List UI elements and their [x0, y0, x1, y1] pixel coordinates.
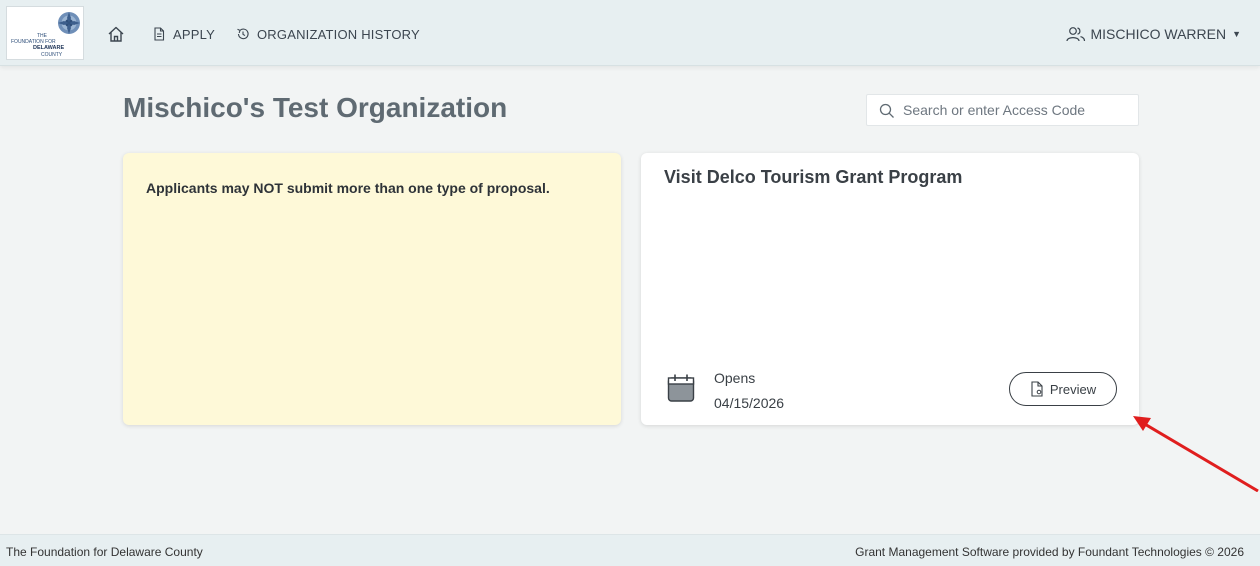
preview-button[interactable]: Preview: [1009, 372, 1117, 406]
history-icon: [237, 28, 249, 40]
nav-organization-history[interactable]: ORGANIZATION HISTORY: [236, 24, 420, 44]
calendar-icon: [667, 374, 695, 402]
footer: The Foundation for Delaware County Grant…: [0, 534, 1260, 566]
opens-date: 04/15/2026: [714, 395, 785, 411]
logo-text-delaware: DELAWARE: [33, 45, 65, 51]
preview-label: Preview: [1049, 381, 1097, 397]
notice-card: Applicants may NOT submit more than one …: [123, 153, 621, 425]
home-link[interactable]: [107, 25, 125, 43]
footer-credits: Grant Management Software provided by Fo…: [855, 545, 1244, 559]
top-navbar: THE FOUNDATION FOR DELAWARE COUNTY APPLY…: [0, 0, 1260, 66]
user-name: MISCHICO WARREN: [1090, 26, 1227, 42]
opens-label: Opens: [714, 370, 756, 386]
grant-title: Visit Delco Tourism Grant Program: [664, 167, 963, 187]
grant-card: Visit Delco Tourism Grant Program Opens …: [641, 153, 1139, 425]
page-title: Mischico's Test Organization: [123, 92, 508, 123]
logo-text-county: COUNTY: [41, 52, 63, 58]
nav-apply[interactable]: APPLY: [152, 24, 215, 44]
nav-apply-label: APPLY: [173, 26, 215, 42]
notice-text: Applicants may NOT submit more than one …: [146, 180, 550, 196]
file-preview-icon: [1031, 381, 1043, 397]
caret-down-icon: ▼: [1232, 29, 1241, 39]
nav-history-label: ORGANIZATION HISTORY: [257, 26, 420, 42]
annotation-arrow-icon: [1133, 416, 1259, 492]
home-icon: [108, 26, 124, 42]
users-icon: [1066, 27, 1086, 42]
search-box[interactable]: [866, 94, 1139, 126]
user-menu[interactable]: MISCHICO WARREN ▼: [1066, 24, 1241, 44]
document-icon: [154, 27, 165, 41]
foundation-logo[interactable]: THE FOUNDATION FOR DELAWARE COUNTY: [6, 6, 84, 60]
notice-text-emphasis: NOT: [253, 180, 283, 196]
search-input[interactable]: [903, 96, 1133, 124]
foundation-logo-mark-icon: [58, 12, 80, 34]
notice-text-after: submit more than one type of proposal.: [282, 180, 550, 196]
notice-text-before: Applicants may: [146, 180, 254, 196]
search-icon: [879, 103, 894, 118]
footer-org-name: The Foundation for Delaware County: [6, 545, 203, 559]
